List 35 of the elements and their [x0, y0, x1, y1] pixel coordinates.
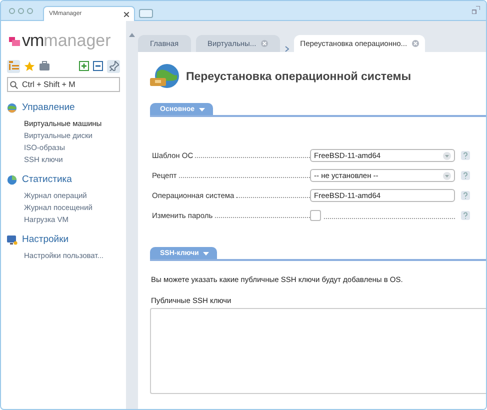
globe-icon — [7, 102, 18, 112]
star-icon[interactable] — [24, 60, 35, 72]
list-icon — [8, 61, 18, 71]
help-icon[interactable] — [461, 191, 470, 200]
caret-icon — [198, 108, 205, 112]
help-icon[interactable] — [461, 151, 470, 160]
monitor-icon — [7, 234, 18, 244]
page-title: Переустановка операционной системы — [186, 71, 412, 83]
pin-icon — [108, 61, 118, 71]
close-icon[interactable] — [124, 12, 129, 16]
search-icon — [10, 81, 18, 89]
briefcase-icon[interactable] — [39, 61, 50, 71]
pie-chart-icon — [7, 174, 18, 184]
help-icon[interactable] — [461, 171, 470, 180]
resize-icon[interactable] — [472, 6, 480, 14]
new-tab-button[interactable] — [139, 9, 153, 18]
scroll-up-icon[interactable] — [129, 33, 135, 37]
dropdown-icon — [443, 152, 451, 160]
text-area[interactable] — [150, 308, 486, 394]
chevron-icon — [285, 46, 290, 52]
expand-all-icon[interactable] — [79, 61, 89, 71]
group-title[interactable]: Управление — [22, 102, 75, 113]
tree-view-icon[interactable] — [7, 60, 20, 72]
group-title[interactable]: Настройки — [22, 234, 69, 245]
logo-text: vmmanager — [22, 31, 111, 51]
caret-icon — [202, 252, 209, 256]
collapse-all-icon[interactable] — [93, 61, 103, 71]
search-field[interactable]: Ctrl + Shift + M — [7, 77, 120, 92]
checkbox[interactable] — [310, 210, 321, 221]
pin-button[interactable] — [107, 60, 120, 72]
help-icon[interactable] — [461, 211, 470, 220]
group-title[interactable]: Статистика — [22, 174, 72, 185]
dropdown-icon — [443, 172, 451, 180]
globe-drive-icon — [150, 63, 180, 91]
logo-icon — [9, 36, 20, 46]
